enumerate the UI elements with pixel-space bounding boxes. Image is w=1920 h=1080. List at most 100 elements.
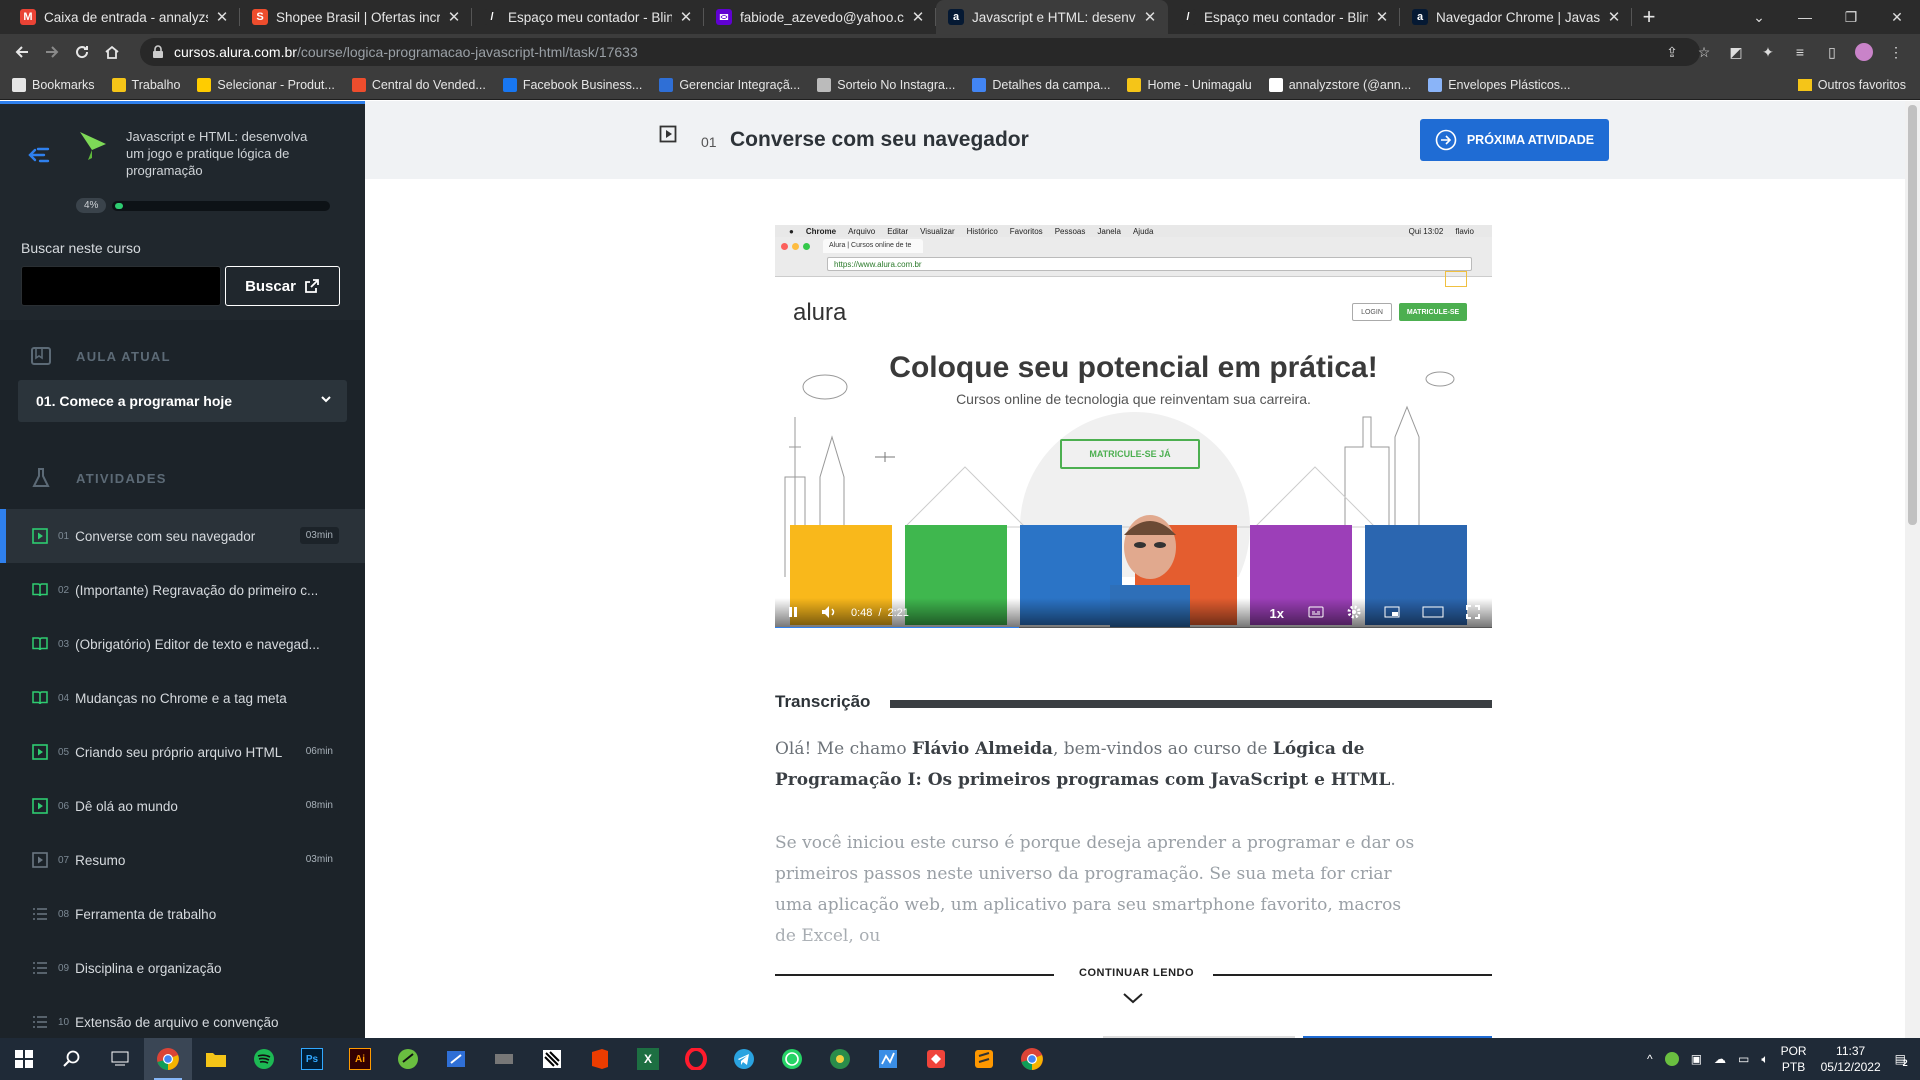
speaker-icon[interactable]: 🔈︎	[1761, 1052, 1768, 1067]
home-icon[interactable]	[98, 38, 126, 66]
bookmark-item[interactable]: Trabalho	[111, 77, 180, 92]
bookmark-item[interactable]: Envelopes Plásticos...	[1428, 77, 1570, 92]
whatsapp-icon[interactable]	[768, 1038, 816, 1080]
continue-reading-button[interactable]: CONTINUAR LENDO	[1079, 967, 1194, 979]
address-bar[interactable]: cursos.alura.com.br/course/logica-progra…	[140, 38, 1700, 66]
reading-list-icon[interactable]: ≡	[1784, 38, 1816, 66]
lesson-dropdown[interactable]: 01. Comece a programar hoje	[18, 380, 347, 422]
illustrator-icon[interactable]: Ai	[336, 1038, 384, 1080]
tab-close-icon[interactable]: ✕	[678, 8, 694, 26]
course-title[interactable]: Javascript e HTML: desenvolva um jogo e …	[126, 128, 326, 179]
video-player[interactable]: ● Chrome Arquivo Editar Visualizar Histórico…	[775, 225, 1492, 628]
app-gray-icon[interactable]	[480, 1038, 528, 1080]
close-window-button[interactable]: ✕	[1874, 0, 1920, 34]
browser-tab[interactable]: / Espaço meu contador - Bling ✕	[472, 0, 704, 34]
tab-close-icon[interactable]: ✕	[1606, 8, 1622, 26]
back-icon[interactable]	[8, 38, 36, 66]
taskbar-clock[interactable]: 11:37 05/12/2022	[1821, 1043, 1881, 1075]
extensions-puzzle-icon[interactable]: ✦	[1752, 38, 1784, 66]
other-bookmarks[interactable]: Outros favoritos	[1797, 70, 1906, 100]
opera-icon[interactable]	[672, 1038, 720, 1080]
video-progress-bar[interactable]	[775, 627, 1492, 628]
captions-icon[interactable]	[1308, 606, 1324, 621]
task-view-icon[interactable]	[96, 1038, 144, 1080]
app-blue-icon[interactable]	[864, 1038, 912, 1080]
language-indicator[interactable]: POR PTB	[1781, 1043, 1807, 1075]
pip-icon[interactable]	[1384, 606, 1400, 621]
activity-item[interactable]: 07 Resumo 03min	[0, 833, 365, 887]
browser-tab[interactable]: M Caixa de entrada - annalyzstore@ ✕	[8, 0, 240, 34]
network-icon[interactable]: ▭	[1738, 1052, 1749, 1066]
browser-tab[interactable]: a Javascript e HTML: desenvol ✕	[936, 0, 1168, 34]
minimize-button[interactable]: —	[1782, 0, 1828, 34]
profile-avatar[interactable]	[1848, 38, 1880, 66]
theater-mode-icon[interactable]	[1422, 606, 1444, 621]
activity-item[interactable]: 09 Disciplina e organização	[0, 941, 365, 995]
chrome-taskbar-icon[interactable]	[144, 1038, 192, 1080]
snipping-tool-icon[interactable]	[432, 1038, 480, 1080]
menu-kebab-icon[interactable]: ⋮	[1880, 38, 1912, 66]
tab-search-icon[interactable]: ⌄	[1736, 0, 1782, 34]
excel-icon[interactable]: X	[624, 1038, 672, 1080]
bookmark-item[interactable]: Bookmarks	[12, 77, 95, 92]
spotify-icon[interactable]	[240, 1038, 288, 1080]
browser-tab[interactable]: S Shopee Brasil | Ofertas incríveis. ✕	[240, 0, 472, 34]
tab-close-icon[interactable]: ✕	[214, 8, 230, 26]
activity-item[interactable]: 05 Criando seu próprio arquivo HTML 06min	[0, 725, 365, 779]
notifications-icon[interactable]: ▤ 2	[1895, 1052, 1908, 1068]
activity-item[interactable]: 10 Extensão de arquivo e convenção	[0, 995, 365, 1038]
sublime-icon[interactable]	[960, 1038, 1008, 1080]
onedrive-icon[interactable]: ☁	[1714, 1052, 1726, 1066]
globe-app-icon[interactable]	[816, 1038, 864, 1080]
app-green-icon[interactable]	[384, 1038, 432, 1080]
photoshop-icon[interactable]: Ps	[288, 1038, 336, 1080]
browser-tab[interactable]: ✉ fabiode_azevedo@yahoo.com.b ✕	[704, 0, 936, 34]
activity-item[interactable]: 01 Converse com seu navegador 03min	[0, 509, 365, 563]
restore-button[interactable]: ❐	[1828, 0, 1874, 34]
search-icon[interactable]	[48, 1038, 96, 1080]
bookmark-item[interactable]: Sorteio No Instagra...	[817, 77, 955, 92]
settings-gear-icon[interactable]	[1346, 604, 1362, 623]
chevron-up-icon[interactable]: ^	[1647, 1052, 1653, 1066]
anydesk-icon[interactable]	[912, 1038, 960, 1080]
start-button[interactable]	[0, 1038, 48, 1080]
forward-icon[interactable]	[38, 38, 66, 66]
activity-item[interactable]: 04 Mudanças no Chrome e a tag meta	[0, 671, 365, 725]
bookmark-star-icon[interactable]: ☆	[1688, 38, 1720, 66]
bookmark-item[interactable]: Detalhes da campa...	[972, 77, 1110, 92]
bookmark-item[interactable]: Gerenciar Integraçã...	[659, 77, 800, 92]
chevron-down-icon[interactable]	[1122, 991, 1144, 1005]
share-icon[interactable]: ⇪	[1656, 38, 1688, 66]
extension-icon[interactable]: ◩	[1720, 38, 1752, 66]
tab-close-icon[interactable]: ✕	[1374, 8, 1390, 26]
bookmark-item[interactable]: Central do Vended...	[351, 77, 486, 92]
office-icon[interactable]	[576, 1038, 624, 1080]
bookmark-item[interactable]: Home - Unimagalu	[1127, 77, 1252, 92]
app-tray-icon[interactable]	[1664, 1052, 1679, 1066]
pause-icon[interactable]	[787, 606, 803, 621]
browser-tab[interactable]: a Navegador Chrome | Javascript ✕	[1400, 0, 1632, 34]
tab-close-icon[interactable]: ✕	[910, 8, 926, 26]
playback-speed[interactable]: 1x	[1270, 606, 1284, 621]
fullscreen-icon[interactable]	[1466, 604, 1480, 622]
activity-item[interactable]: 02 (Importante) Regravação do primeiro c.…	[0, 563, 365, 617]
next-activity-button[interactable]: PRÓXIMA ATIVIDADE	[1420, 119, 1609, 161]
browser-tab[interactable]: / Espaço meu contador - Bling ✕	[1168, 0, 1400, 34]
activity-item[interactable]: 06 Dê olá ao mundo 08min	[0, 779, 365, 833]
search-button[interactable]: Buscar	[225, 266, 340, 306]
chrome-secondary-icon[interactable]	[1008, 1038, 1056, 1080]
file-explorer-icon[interactable]	[192, 1038, 240, 1080]
collapse-sidebar-icon[interactable]	[26, 142, 52, 168]
side-panel-icon[interactable]: ▯	[1816, 38, 1848, 66]
zebra-icon[interactable]	[528, 1038, 576, 1080]
course-search-input[interactable]	[21, 266, 221, 306]
bookmark-item[interactable]: annalyzstore (@ann...	[1268, 77, 1411, 92]
tab-close-icon[interactable]: ✕	[446, 8, 462, 26]
activity-item[interactable]: 03 (Obrigatório) Editor de texto e navega…	[0, 617, 365, 671]
volume-icon[interactable]	[821, 605, 839, 622]
tray-icon[interactable]: ▣	[1691, 1052, 1702, 1066]
new-tab-button[interactable]: +	[1632, 0, 1666, 34]
page-scrollbar[interactable]	[1905, 101, 1920, 1038]
scrollbar-thumb[interactable]	[1908, 105, 1917, 525]
telegram-icon[interactable]	[720, 1038, 768, 1080]
